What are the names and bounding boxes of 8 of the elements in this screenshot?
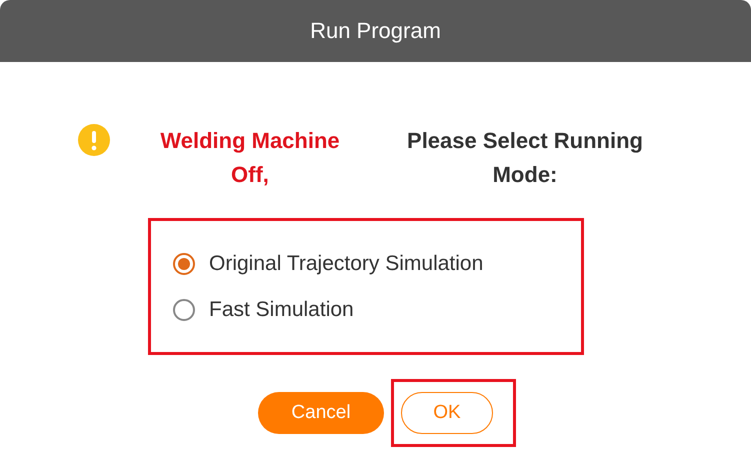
radio-button[interactable] — [173, 252, 195, 274]
option-label[interactable]: Original Trajectory Simulation — [209, 252, 484, 276]
window-title: Run Program — [0, 0, 751, 62]
radio-button[interactable] — [173, 298, 195, 320]
warning-icon — [78, 124, 110, 156]
warning-text: Welding Machine Off, — [159, 127, 341, 189]
prompt-text: Please Select Running Mode: — [406, 127, 644, 189]
option-label[interactable]: Fast Simulation — [209, 298, 354, 322]
